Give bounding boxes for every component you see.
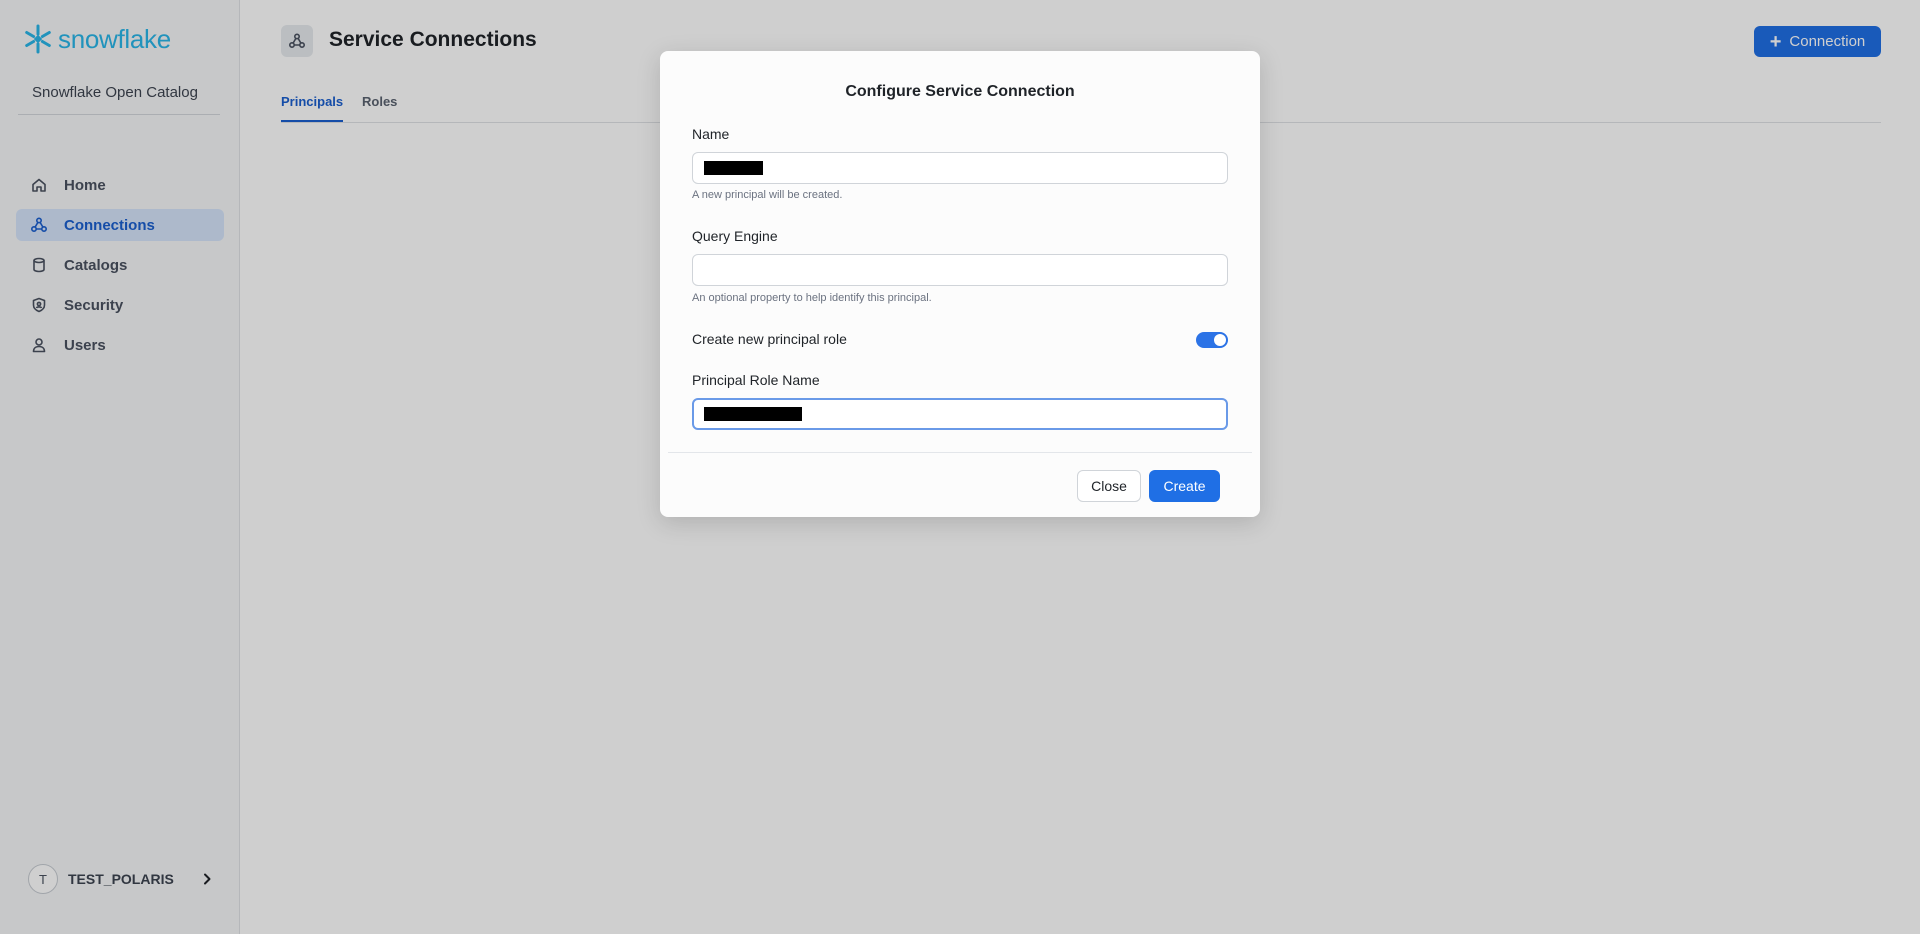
name-label: Name — [692, 126, 730, 142]
configure-service-connection-dialog: Configure Service Connection Name A new … — [660, 51, 1260, 517]
name-field[interactable] — [692, 152, 1228, 184]
query-engine-field[interactable] — [692, 254, 1228, 286]
name-help-text: A new principal will be created. — [692, 189, 843, 201]
create-button[interactable]: Create — [1149, 470, 1220, 502]
toggle-knob — [1214, 334, 1226, 346]
query-engine-label: Query Engine — [692, 228, 778, 244]
close-button[interactable]: Close — [1077, 470, 1141, 502]
dialog-divider — [668, 452, 1252, 453]
create-principal-role-label: Create new principal role — [692, 331, 847, 347]
principal-role-name-field[interactable] — [692, 398, 1228, 430]
query-engine-help-text: An optional property to help identify th… — [692, 292, 932, 304]
principal-role-name-label: Principal Role Name — [692, 372, 820, 388]
redacted-value — [704, 161, 763, 175]
redacted-value — [704, 407, 802, 421]
dialog-title: Configure Service Connection — [845, 83, 1075, 100]
create-principal-role-toggle[interactable] — [1196, 332, 1228, 348]
